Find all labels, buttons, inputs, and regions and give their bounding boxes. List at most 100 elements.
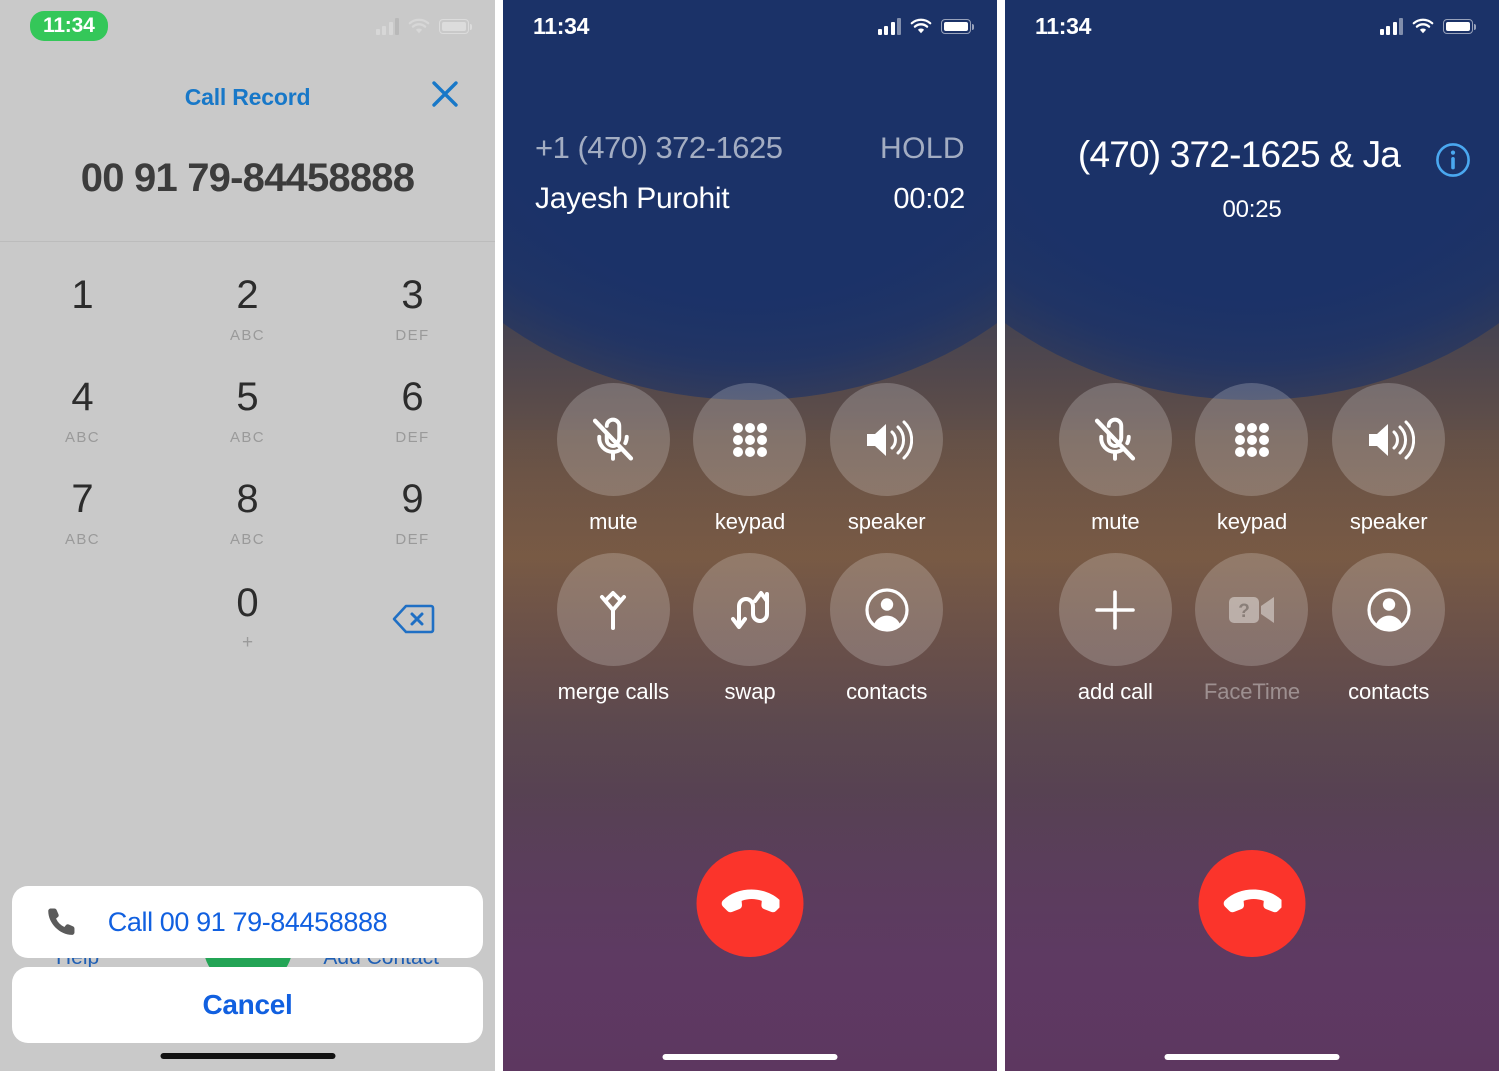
key-letters: ABC <box>64 531 101 548</box>
active-call-name: Jayesh Purohit <box>535 182 730 215</box>
control-facetime[interactable]: ? FaceTime <box>1184 553 1321 705</box>
panel-divider-2 <box>997 0 1005 1071</box>
home-indicator[interactable] <box>1164 1054 1340 1060</box>
wifi-icon <box>910 18 932 35</box>
info-circle-icon[interactable] <box>1435 142 1471 178</box>
active-call-row: Jayesh Purohit 00:02 <box>503 166 997 216</box>
mic-off-icon <box>1058 383 1172 496</box>
control-contacts[interactable]: contacts <box>1320 553 1457 705</box>
keypad-key-star-placeholder <box>0 564 165 666</box>
facetime-video-icon: ? <box>1195 553 1309 666</box>
battery-icon <box>941 18 975 34</box>
keypad-dots-icon <box>1195 383 1309 496</box>
control-label: contacts <box>846 679 928 704</box>
key-digit: 5 <box>236 375 259 419</box>
backspace-icon <box>391 603 435 635</box>
key-digit: 2 <box>236 273 259 317</box>
cancel-label: Cancel <box>202 989 293 1020</box>
keypad-key-4[interactable]: 4 ABC <box>0 360 165 462</box>
panel-divider-1 <box>495 0 503 1071</box>
keypad-dots-icon <box>693 383 807 496</box>
end-call-icon <box>721 875 779 933</box>
control-swap[interactable]: swap <box>682 553 819 705</box>
keypad-key-3[interactable]: 3 DEF <box>330 258 495 360</box>
phone-handset-icon <box>45 905 79 939</box>
phone-screen-merged-call: 11:34 (470) 372-1625 & Ja 00:25 mute key… <box>1005 0 1499 1071</box>
svg-text:?: ? <box>1238 601 1250 622</box>
status-icons <box>1379 17 1477 35</box>
control-label: speaker <box>1349 509 1428 534</box>
status-clock: 11:34 <box>533 12 590 39</box>
keypad-key-8[interactable]: 8 ABC <box>165 462 330 564</box>
key-digit: 1 <box>71 273 94 317</box>
keypad-key-6[interactable]: 6 DEF <box>330 360 495 462</box>
contacts-person-icon <box>830 553 944 666</box>
keypad-key-backspace[interactable] <box>330 564 495 666</box>
close-icon[interactable] <box>425 74 465 114</box>
end-call-button[interactable] <box>696 850 804 957</box>
key-digit: 6 <box>401 375 424 419</box>
keypad-key-5[interactable]: 5 ABC <box>165 360 330 462</box>
call-header: +1 (470) 372-1625 HOLD Jayesh Purohit 00… <box>503 130 997 216</box>
call-controls-grid: mute keypad <box>503 383 997 705</box>
call-action-sheet-button[interactable]: Call 00 91 79-84458888 <box>12 886 483 958</box>
control-merge-calls[interactable]: merge calls <box>545 553 682 705</box>
control-mute[interactable]: mute <box>545 383 682 535</box>
call-controls-grid: mute keypad <box>1005 383 1499 705</box>
control-mute[interactable]: mute <box>1047 383 1184 535</box>
wifi-icon <box>408 18 430 35</box>
speaker-icon <box>1332 383 1446 496</box>
key-digit: 8 <box>236 477 259 521</box>
held-call-row[interactable]: +1 (470) 372-1625 HOLD <box>503 130 997 166</box>
keypad-key-1[interactable]: 1 <box>0 258 165 360</box>
end-call-button[interactable] <box>1198 850 1306 957</box>
mic-off-icon <box>556 383 670 496</box>
page-title: Call Record <box>184 84 311 110</box>
home-indicator[interactable] <box>160 1053 335 1059</box>
call-action-label: Call 00 91 79-84458888 <box>107 906 388 937</box>
control-keypad[interactable]: keypad <box>682 383 819 535</box>
cancel-button[interactable]: Cancel <box>12 967 483 1043</box>
key-letters: DEF <box>395 327 430 344</box>
status-clock: 11:34 <box>1035 12 1092 39</box>
control-label: contacts <box>1348 679 1430 704</box>
merge-calls-icon <box>556 553 670 666</box>
key-letters: ABC <box>229 327 266 344</box>
status-icons <box>877 17 975 35</box>
key-digit: 0 <box>236 580 259 625</box>
held-call-number: +1 (470) 372-1625 <box>535 130 783 165</box>
control-speaker[interactable]: speaker <box>1320 383 1457 535</box>
control-add-call[interactable]: add call <box>1047 553 1184 705</box>
status-clock-pill: 11:34 <box>30 10 108 42</box>
keypad-key-9[interactable]: 9 DEF <box>330 462 495 564</box>
cellular-icon <box>877 17 901 35</box>
control-label: swap <box>724 679 776 704</box>
key-letters: ABC <box>64 429 101 446</box>
keypad-key-0[interactable]: 0 + <box>165 564 330 666</box>
control-label: FaceTime <box>1203 679 1301 704</box>
phone-screen-active-call: 11:34 +1 (470) 372-1625 HOLD Jayesh Puro… <box>503 0 997 1071</box>
merged-call-title: (470) 372-1625 & Ja <box>1077 134 1401 175</box>
keypad-key-2[interactable]: 2 ABC <box>165 258 330 360</box>
battery-icon <box>1443 18 1477 34</box>
control-contacts[interactable]: contacts <box>818 553 955 705</box>
key-letters: DEF <box>395 531 430 548</box>
key-digit: 7 <box>71 477 94 521</box>
control-label: speaker <box>847 509 926 534</box>
cellular-icon <box>1379 17 1403 35</box>
control-label: mute <box>1091 509 1140 534</box>
keypad-key-7[interactable]: 7 ABC <box>0 462 165 564</box>
phone-screen-dialer: 11:34 Call Record 00 91 79-84458888 1 2 … <box>0 0 495 1071</box>
wifi-icon <box>1412 18 1434 35</box>
home-indicator[interactable] <box>662 1054 838 1060</box>
battery-icon <box>439 18 473 34</box>
held-call-status: HOLD <box>880 132 965 165</box>
contacts-person-icon <box>1332 553 1446 666</box>
key-letters: + <box>241 631 254 653</box>
control-speaker[interactable]: speaker <box>818 383 955 535</box>
control-keypad[interactable]: keypad <box>1184 383 1321 535</box>
speaker-icon <box>830 383 944 496</box>
dial-keypad: 1 2 ABC 3 DEF 4 ABC 5 ABC 6 DEF 7 ABC 8 … <box>0 258 495 666</box>
merged-call-header: (470) 372-1625 & Ja 00:25 <box>1005 134 1499 224</box>
merged-call-timer: 00:25 <box>1222 196 1282 223</box>
